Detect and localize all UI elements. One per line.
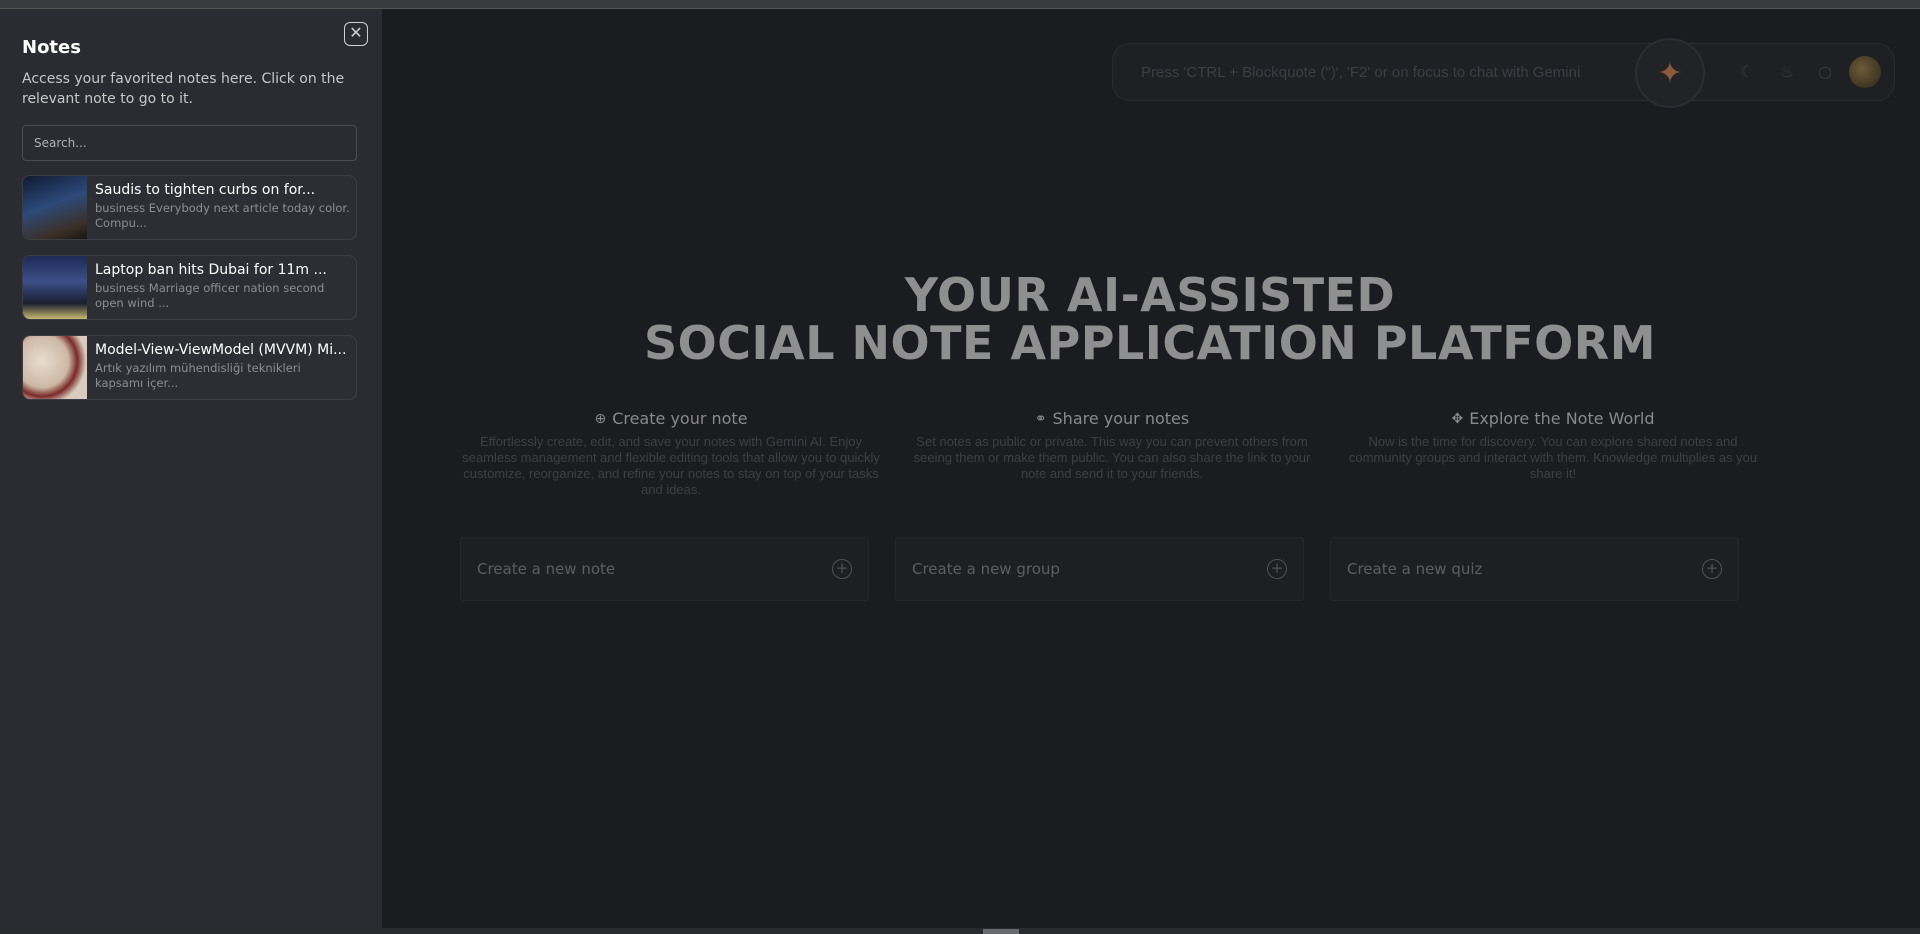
chat-bubble-icon[interactable]: ○ <box>1815 62 1835 82</box>
note-description: Artık yazılım mühendisliği teknikleri ka… <box>95 361 301 390</box>
list-item[interactable]: Model-View-ViewModel (MVVM) Mi... Artık … <box>22 335 357 400</box>
note-title: Laptop ban hits Dubai for 11m ... <box>95 262 327 278</box>
moon-icon[interactable]: ☾ <box>1737 62 1757 82</box>
feature-title-row: ✥ Explore the Note World <box>1344 409 1762 428</box>
avatar[interactable] <box>1849 56 1881 88</box>
drawer-subtitle: Access your favorited notes here. Click … <box>22 71 345 107</box>
hero-title-line-2: SOCIAL NOTE APPLICATION PLATFORM <box>644 316 1656 370</box>
feature-title: Share your notes <box>1052 409 1190 428</box>
close-icon[interactable]: ✕ <box>344 22 368 46</box>
note-title: Saudis to tighten curbs on for... <box>95 182 316 198</box>
note-text: Laptop ban hits Dubai for 11m ... busine… <box>87 256 356 319</box>
scrollbar-thumb[interactable] <box>983 929 1019 934</box>
features: ⊕ Create your note Effortlessly create, … <box>462 409 1762 498</box>
hero-title-line-1: YOUR AI-ASSISTED <box>904 268 1396 322</box>
hero: YOUR AI-ASSISTED SOCIAL NOTE APPLICATION… <box>382 271 1918 367</box>
action-label: Create a new group <box>912 560 1060 578</box>
feature-title-row: ⚭ Share your notes <box>903 409 1321 428</box>
plus-icon: + <box>1267 559 1287 579</box>
note-text: Model-View-ViewModel (MVVM) Mi... Artık … <box>87 336 356 399</box>
feature-description: Effortlessly create, edit, and save your… <box>462 434 880 497</box>
note-thumbnail <box>23 256 87 319</box>
list-item[interactable]: Laptop ban hits Dubai for 11m ... busine… <box>22 255 357 320</box>
create-note-button[interactable]: Create a new note + <box>460 537 869 601</box>
note-description: business Everybody next article today co… <box>95 201 350 230</box>
bottom-scrollbar <box>0 928 1920 934</box>
browser-top-strip <box>0 0 1920 9</box>
notes-list: Saudis to tighten curbs on for... busine… <box>22 175 357 415</box>
feature-description: Set notes as public or private. This way… <box>913 434 1311 481</box>
magic-wand-icon[interactable]: ✦ <box>1635 38 1705 108</box>
feature-title: Explore the Note World <box>1469 409 1655 428</box>
action-label: Create a new quiz <box>1347 560 1483 578</box>
plus-circle-icon: ⊕ <box>594 410 607 427</box>
main-content: Press 'CTRL + Blockquote (")', 'F2' or o… <box>382 9 1920 928</box>
gemini-chat-input[interactable]: Press 'CTRL + Blockquote (")', 'F2' or o… <box>1141 64 1611 81</box>
top-bar: Press 'CTRL + Blockquote (")', 'F2' or o… <box>1112 38 1895 108</box>
list-item[interactable]: Saudis to tighten curbs on for... busine… <box>22 175 357 240</box>
notes-drawer: ✕ Notes Access your favorited notes here… <box>0 9 382 928</box>
note-thumbnail <box>23 336 87 399</box>
create-quiz-button[interactable]: Create a new quiz + <box>1330 537 1739 601</box>
note-thumbnail <box>23 176 87 239</box>
plus-icon: + <box>1702 559 1722 579</box>
share-icon: ⚭ <box>1034 410 1047 427</box>
note-description: business Marriage officer nation second … <box>95 281 325 310</box>
create-group-button[interactable]: Create a new group + <box>895 537 1304 601</box>
feature-share: ⚭ Share your notes Set notes as public o… <box>903 409 1321 498</box>
actions: Create a new note + Create a new group +… <box>460 537 1740 601</box>
telescope-icon: ✥ <box>1451 410 1464 427</box>
note-text: Saudis to tighten curbs on for... busine… <box>87 176 356 239</box>
feature-description: Now is the time for discovery. You can e… <box>1348 434 1758 481</box>
note-title: Model-View-ViewModel (MVVM) Mi... <box>95 342 347 358</box>
drawer-title: Notes <box>22 37 81 58</box>
bell-icon[interactable]: ♨ <box>1777 62 1797 82</box>
search-input[interactable] <box>22 125 357 161</box>
feature-title-row: ⊕ Create your note <box>462 409 880 428</box>
action-label: Create a new note <box>477 560 616 578</box>
feature-create: ⊕ Create your note Effortlessly create, … <box>462 409 880 498</box>
plus-icon: + <box>832 559 852 579</box>
feature-explore: ✥ Explore the Note World Now is the time… <box>1344 409 1762 498</box>
feature-title: Create your note <box>612 409 748 428</box>
